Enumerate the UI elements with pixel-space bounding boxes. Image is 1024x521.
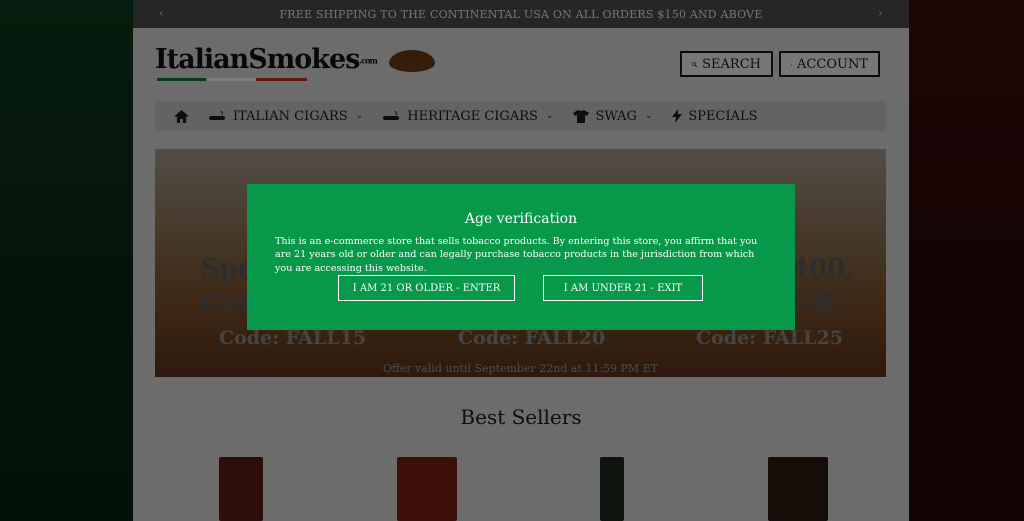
enter-button[interactable]: I AM 21 OR OLDER - ENTER [338, 275, 515, 301]
modal-title: Age verification [464, 211, 578, 227]
modal-body: This is an e-commerce store that sells t… [275, 236, 758, 274]
exit-button[interactable]: I AM UNDER 21 - EXIT [543, 275, 703, 301]
age-verification-modal: Age verification This is an e-commerce s… [247, 184, 795, 330]
